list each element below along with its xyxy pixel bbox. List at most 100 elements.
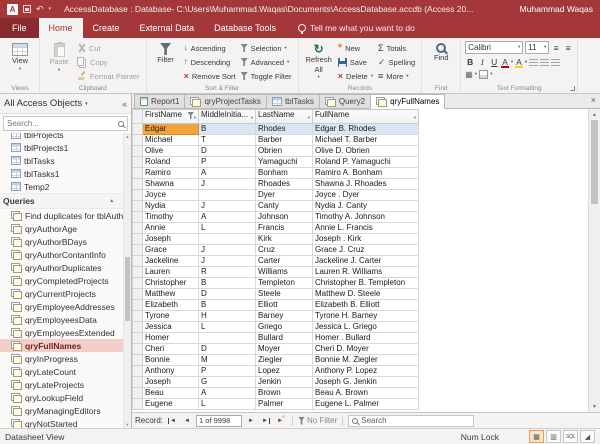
cell[interactable]: Beau A. Brown — [313, 388, 419, 399]
cell[interactable]: Grace — [143, 245, 199, 256]
row-selector[interactable] — [133, 201, 143, 212]
cell[interactable]: Tyrone H. Barney — [313, 311, 419, 322]
cell[interactable]: J — [199, 245, 256, 256]
cell[interactable]: Cruz — [256, 245, 313, 256]
sidebar-item-qryLookupField[interactable]: qryLookupField — [0, 391, 123, 404]
cell[interactable]: Nydia — [143, 201, 199, 212]
sidebar-item-qryAuthorContantInfo[interactable]: qryAuthorContantInfo — [0, 248, 123, 261]
cell[interactable]: Shawna J. Rhoades — [313, 179, 419, 190]
cell[interactable]: Barber — [256, 135, 313, 146]
sidebar-item-tblTasks[interactable]: tblTasks — [0, 154, 123, 167]
sidebar-item-qryCompletedProjects[interactable]: qryCompletedProjects — [0, 274, 123, 287]
row-selector[interactable] — [133, 267, 143, 278]
more-button[interactable]: ≡ More ▾ — [376, 69, 417, 83]
cell[interactable]: Dyer — [256, 190, 313, 201]
cell[interactable]: Yamaguchi — [256, 157, 313, 168]
cell[interactable]: Joyce — [143, 190, 199, 201]
scrollbar-track[interactable] — [589, 204, 600, 401]
cell[interactable]: Bonnie M. Ziegler — [313, 355, 419, 366]
datasheet-view-button[interactable]: ▦ — [529, 430, 544, 443]
cell[interactable]: Anthony — [143, 366, 199, 377]
totals-button[interactable]: Σ Totals — [376, 41, 417, 55]
sidebar-item-qryAuthorAge[interactable]: qryAuthorAge — [0, 222, 123, 235]
tab-file[interactable]: File — [0, 18, 39, 38]
cell[interactable]: Rhoades — [256, 179, 313, 190]
cell[interactable]: Joseph G. Jenkin — [313, 377, 419, 388]
filter-status-button[interactable]: No Filter — [298, 416, 337, 425]
cell[interactable]: B — [199, 278, 256, 289]
cell[interactable]: Edgar — [143, 124, 199, 135]
record-search-input[interactable]: Search — [348, 415, 474, 427]
sidebar-item-qryManagingEditors[interactable]: qryManagingEditors — [0, 404, 123, 417]
cell[interactable]: Ramiro — [143, 168, 199, 179]
cell[interactable]: Homer . Bullard — [313, 333, 419, 344]
cut-button[interactable]: Cut — [75, 41, 142, 55]
underline-button[interactable]: U — [489, 56, 499, 68]
cell[interactable]: Bonnie — [143, 355, 199, 366]
cell[interactable]: Jessica — [143, 322, 199, 333]
vertical-scrollbar[interactable]: ▲ ▼ — [588, 109, 600, 412]
cell[interactable]: Roland P. Yamaguchi — [313, 157, 419, 168]
sidebar-item-qryAuthorBDays[interactable]: qryAuthorBDays — [0, 235, 123, 248]
cell[interactable]: Joseph — [143, 234, 199, 245]
cell[interactable]: Christopher — [143, 278, 199, 289]
cell[interactable]: Jenkin — [256, 377, 313, 388]
cell[interactable]: Canty — [256, 201, 313, 212]
sidebar-item-tblProjects1[interactable]: tblProjects1 — [0, 141, 123, 154]
cell[interactable]: B — [199, 124, 256, 135]
align-center-icon[interactable] — [540, 59, 549, 66]
toggle-filter-button[interactable]: Toggle Filter — [239, 69, 294, 83]
cell[interactable]: Johnson — [256, 212, 313, 223]
sidebar-item-qryFullNames[interactable]: qryFullNames — [0, 339, 123, 352]
selection-button[interactable]: Selection ▾ — [239, 41, 294, 55]
cell[interactable]: D — [199, 146, 256, 157]
cell[interactable]: Olive D. Obrien — [313, 146, 419, 157]
sidebar-item-qryInProgress[interactable]: qryInProgress — [0, 352, 123, 365]
find-button[interactable]: Find — [426, 41, 456, 63]
new-blank-record-button[interactable]: ►* — [275, 415, 287, 427]
document-tab-qryProjectTasks[interactable]: qryProjectTasks — [184, 94, 266, 108]
cell[interactable]: J — [199, 179, 256, 190]
scroll-up-icon[interactable]: ▲ — [124, 134, 131, 139]
cell[interactable]: P — [199, 366, 256, 377]
sidebar-item-qryNotStarted[interactable]: qryNotStarted — [0, 417, 123, 428]
cell[interactable]: Annie — [143, 223, 199, 234]
previous-record-button[interactable]: ◄ — [181, 415, 193, 427]
row-selector[interactable] — [133, 256, 143, 267]
italic-button[interactable]: I — [477, 56, 487, 68]
row-selector[interactable] — [133, 322, 143, 333]
quick-save-icon[interactable] — [23, 5, 31, 13]
cell[interactable]: Steele — [256, 289, 313, 300]
cell[interactable]: Ziegler — [256, 355, 313, 366]
cell[interactable]: Matthew — [143, 289, 199, 300]
cell[interactable]: B — [199, 300, 256, 311]
save-record-button[interactable]: Save — [336, 55, 375, 69]
cell[interactable]: Jackeline J. Carter — [313, 256, 419, 267]
cell[interactable]: Shawna — [143, 179, 199, 190]
cell[interactable]: Ramiro A. Bonham — [313, 168, 419, 179]
highlight-color-button[interactable]: A — [515, 58, 523, 67]
sidebar-scrollbar[interactable]: ▲ ▼ — [123, 133, 131, 428]
cell[interactable]: Timothy — [143, 212, 199, 223]
cell[interactable]: Bullard — [256, 333, 313, 344]
cell[interactable]: Joseph — [143, 377, 199, 388]
cell[interactable]: Anthony P. Lopez — [313, 366, 419, 377]
paste-button[interactable]: Paste ▾ — [44, 41, 74, 72]
bold-button[interactable]: B — [465, 56, 475, 68]
cell[interactable]: Olive — [143, 146, 199, 157]
cell[interactable]: Michael — [143, 135, 199, 146]
format-painter-button[interactable]: Format Painter — [75, 69, 142, 83]
row-selector[interactable] — [133, 377, 143, 388]
cell[interactable]: Barney — [256, 311, 313, 322]
view-button[interactable]: View ▾ — [5, 41, 35, 71]
document-tab-Query2[interactable]: Query2 — [319, 94, 371, 108]
cell[interactable]: R — [199, 267, 256, 278]
chevron-down-icon[interactable]: ▾ — [85, 101, 88, 107]
scroll-down-icon[interactable]: ▼ — [124, 422, 131, 427]
cell[interactable] — [199, 333, 256, 344]
row-selector[interactable] — [133, 245, 143, 256]
cell[interactable]: Carter — [256, 256, 313, 267]
numbering-icon[interactable]: ≡ — [563, 42, 573, 54]
row-selector[interactable] — [133, 168, 143, 179]
record-position-box[interactable]: 1 of 9998 — [196, 415, 242, 427]
